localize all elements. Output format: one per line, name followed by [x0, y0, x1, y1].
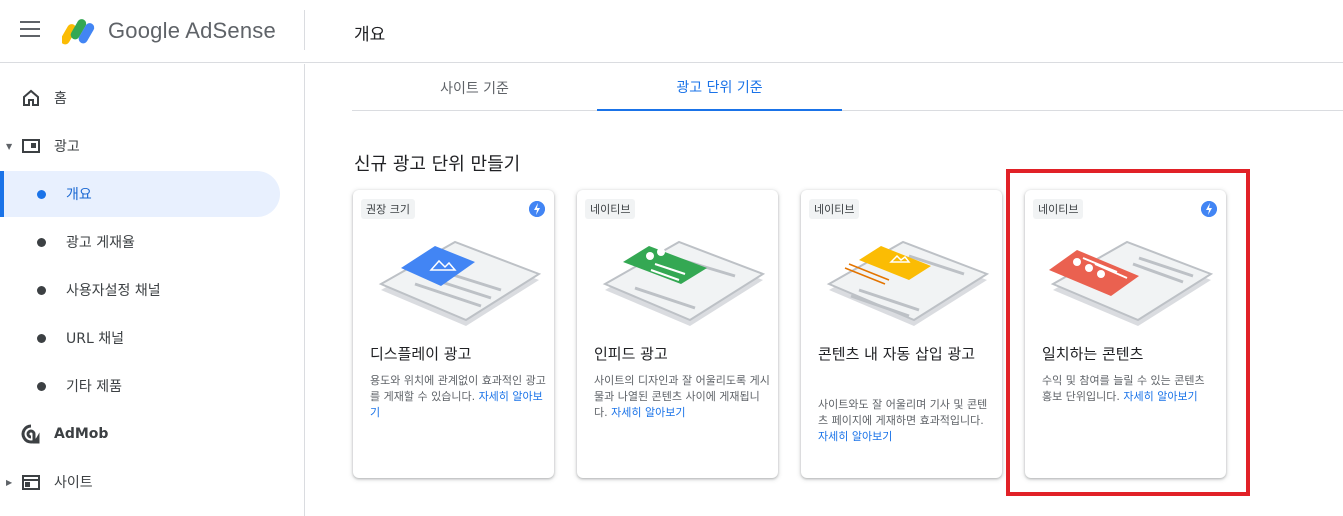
bullet-icon: [37, 381, 46, 391]
card-badge: 네이티브: [585, 199, 636, 219]
page-title: 개요: [354, 25, 386, 45]
tab-by-site[interactable]: 사이트 기준: [352, 64, 597, 111]
adsense-logo-icon: [62, 19, 95, 45]
home-icon: [23, 89, 39, 106]
sidebar-item-label: URL 채널: [66, 331, 124, 347]
bullet-icon: [37, 333, 46, 343]
learn-more-link[interactable]: 자세히 알아보기: [611, 406, 685, 419]
sites-icon: [22, 475, 40, 490]
card-description: 사이트의 디자인과 잘 어울리도록 게시물과 나열된 콘텐츠 사이에 게재됩니다…: [594, 373, 770, 421]
sidebar-item-ads[interactable]: ▼ 광고: [0, 123, 280, 169]
card-title: 콘텐츠 내 자동 삽입 광고: [818, 345, 976, 363]
sidebar-item-custom-channels[interactable]: 사용자설정 채널: [0, 267, 280, 313]
sidebar-item-ad-serving[interactable]: 광고 게재율: [0, 219, 280, 265]
in-feed-ad-illustration: [602, 240, 765, 326]
bullet-icon: [37, 189, 46, 199]
sidebar-item-home[interactable]: 홈: [0, 75, 280, 121]
bullet-icon: [37, 285, 46, 295]
section-title: 신규 광고 단위 만들기: [354, 154, 521, 175]
sidebar-item-label: 개요: [66, 187, 92, 203]
header-divider: [304, 10, 305, 50]
bolt-icon: [529, 201, 545, 217]
card-badge: 네이티브: [809, 199, 860, 219]
top-app-bar: Google AdSense 개요: [0, 0, 1343, 63]
in-article-ad-illustration: [826, 240, 989, 326]
card-desc-text: 사이트와도 잘 어울리며 기사 및 콘텐츠 페이지에 게재하면 효과적입니다.: [818, 398, 988, 427]
ad-unit-card-in-article[interactable]: 네이티브 콘텐츠 내 자동 삽입 광고 사이트와도 잘 어울리며 기사 및 콘텐…: [801, 190, 1002, 478]
sidebar-item-label: AdMob: [54, 426, 109, 442]
sidebar-item-overview[interactable]: 개요: [0, 171, 280, 217]
card-description: 사이트와도 잘 어울리며 기사 및 콘텐츠 페이지에 게재하면 효과적입니다. …: [818, 397, 994, 445]
sidebar-item-label: 사용자설정 채널: [66, 283, 161, 299]
card-title: 인피드 광고: [594, 345, 668, 363]
sidebar: 홈 ▼ 광고 개요 광고 게재율 사용자설정 채널 URL 채널 기타 제품 A…: [0, 64, 305, 516]
card-title: 디스플레이 광고: [370, 345, 472, 363]
sidebar-item-admob[interactable]: AdMob: [0, 411, 280, 457]
ad-unit-card-display[interactable]: 권장 크기 디스플레이 광고 용도와 위치에 관계없이 효과적인 광고를 게재할…: [353, 190, 554, 478]
sidebar-item-url-channels[interactable]: URL 채널: [0, 315, 280, 361]
tab-bar: 사이트 기준 광고 단위 기준: [352, 64, 1343, 111]
learn-more-link[interactable]: 자세히 알아보기: [818, 430, 892, 443]
sidebar-item-label: 홈: [54, 91, 67, 107]
card-description: 용도와 위치에 관계없이 효과적인 광고를 게재할 수 있습니다. 자세히 알아…: [370, 373, 546, 421]
sidebar-item-label: 광고 게재율: [66, 235, 135, 251]
active-indicator: [0, 171, 4, 217]
bullet-icon: [37, 237, 46, 247]
sidebar-item-sites[interactable]: ▶ 사이트: [0, 459, 280, 505]
sidebar-item-label: 기타 제품: [66, 379, 122, 395]
ad-unit-card-in-feed[interactable]: 네이티브 인피드 광고 사이트의 디자인과 잘 어울리도록 게시물과 나열된 콘…: [577, 190, 778, 478]
brand-name[interactable]: Google AdSense: [108, 18, 276, 44]
menu-icon[interactable]: [20, 21, 42, 41]
sidebar-item-label: 사이트: [54, 475, 93, 491]
caret-right-icon[interactable]: ▶: [6, 478, 12, 487]
display-ad-illustration: [378, 240, 541, 326]
tab-by-ad-unit[interactable]: 광고 단위 기준: [597, 64, 842, 111]
admob-icon: [21, 424, 40, 444]
sidebar-item-other-products[interactable]: 기타 제품: [0, 363, 280, 409]
caret-down-icon[interactable]: ▼: [6, 142, 12, 151]
sidebar-item-label: 광고: [54, 139, 80, 155]
card-badge: 권장 크기: [361, 199, 415, 219]
ads-icon: [22, 139, 40, 153]
highlight-box: [1006, 169, 1250, 496]
